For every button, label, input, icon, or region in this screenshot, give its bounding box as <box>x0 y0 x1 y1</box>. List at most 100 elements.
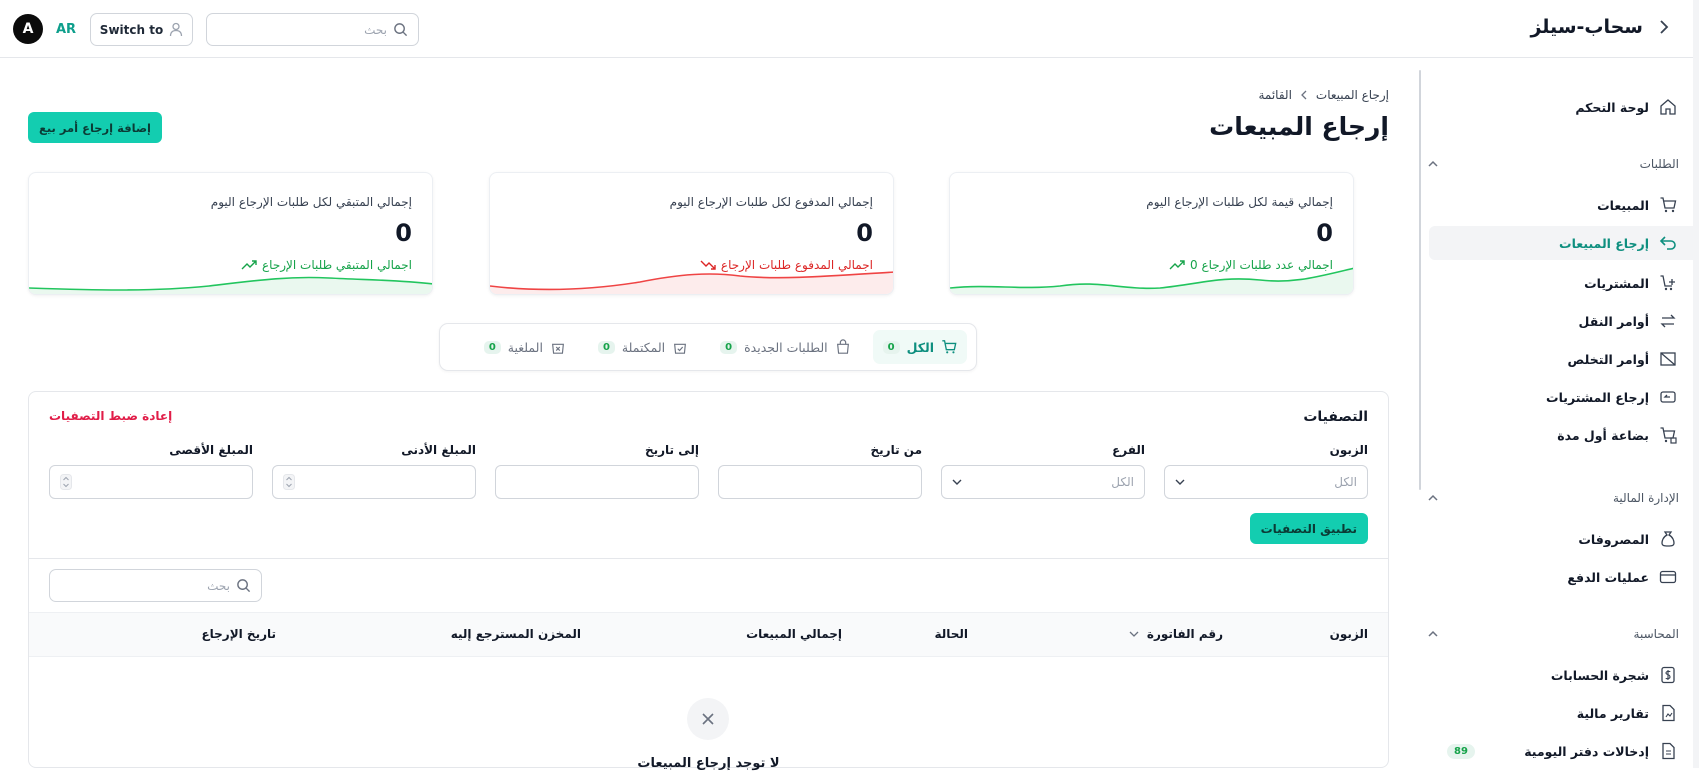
reset-filters-link[interactable]: إعادة ضبط التصفيات <box>49 409 172 423</box>
report-doc-icon <box>1659 704 1677 722</box>
top-search-placeholder: بحث <box>364 22 387 37</box>
tab-all[interactable]: الكل 0 <box>872 330 967 364</box>
journal-count-badge: 89 <box>1447 743 1475 759</box>
filter-label-customer: الزبون <box>1329 443 1368 457</box>
sidebar-section-finance[interactable]: الإدارة المالية <box>1427 486 1679 510</box>
sidebar-item-label: المصروفات <box>1578 531 1649 547</box>
bag-cancel-icon <box>550 339 566 355</box>
card-value: 0 <box>395 219 412 247</box>
sidebar-item-financial-reports[interactable]: تقارير مالية <box>1429 696 1679 730</box>
stat-card-total-paid: إجمالي المدفوع لكل طلبات الإرجاع اليوم 0… <box>489 172 894 295</box>
tab-count: 0 <box>483 340 501 354</box>
tab-count: 0 <box>597 340 615 354</box>
empty-state-text: لا توجد إرجاع المبيعات <box>637 756 780 771</box>
sidebar-item-purchases[interactable]: المشتريات <box>1429 266 1679 300</box>
section-label: الإدارة المالية <box>1612 491 1679 505</box>
cart-icon <box>941 339 957 355</box>
status-tabs: الكل 0 الطلبات الجديدة 0 المكتملة 0 المل… <box>439 323 977 371</box>
search-icon <box>236 578 251 593</box>
min-amount-input[interactable] <box>272 465 476 499</box>
to-date-input[interactable] <box>495 465 699 499</box>
column-return-warehouse[interactable]: المخزن المسترجع إليه <box>451 627 581 641</box>
max-amount-input[interactable] <box>49 465 253 499</box>
disposal-icon <box>1659 350 1677 368</box>
filter-label-from-date: من تاريخ <box>870 443 922 457</box>
sidebar-section-orders[interactable]: الطلبات <box>1427 152 1679 176</box>
truck-return-icon <box>1659 388 1677 406</box>
sidebar-item-opening-stock[interactable]: بضاعة أول مدة <box>1429 418 1679 452</box>
breadcrumb-item[interactable]: إرجاع المبيعات <box>1316 88 1389 102</box>
from-date-input[interactable] <box>718 465 922 499</box>
transfer-icon <box>1659 312 1677 330</box>
card-sparkline <box>29 276 432 294</box>
sidebar-item-chart-of-accounts[interactable]: شجرة الحسابات <box>1429 658 1679 692</box>
card-sparkline <box>950 267 1353 294</box>
stat-card-total-remaining: إجمالي المتبقي لكل طلبات الإرجاع اليوم 0… <box>28 172 433 295</box>
card-sparkline <box>490 271 893 294</box>
return-arrow-icon <box>1659 234 1677 252</box>
chevron-up-icon <box>1427 160 1439 168</box>
column-total-sales[interactable]: إجمالي المبيعات <box>746 627 842 641</box>
section-label: المحاسبة <box>1633 627 1679 641</box>
sidebar-item-label: إرجاع المبيعات <box>1559 235 1649 251</box>
table-header: الزبون رقم الفاتورة الحالة إجمالي المبيع… <box>29 612 1388 657</box>
home-icon <box>1659 98 1677 116</box>
money-bag-icon <box>1659 530 1677 548</box>
column-status[interactable]: الحالة <box>934 627 968 641</box>
add-sales-return-button[interactable]: إضافة إرجاع أمر بيع <box>28 112 162 143</box>
sidebar-item-sales-returns[interactable]: إرجاع المبيعات <box>1429 226 1699 260</box>
sidebar-item-journal-entries[interactable]: إدخالات دفتر اليومية 89 <box>1429 734 1679 768</box>
breadcrumb-item: القائمة <box>1258 88 1292 102</box>
sidebar-item-label: أوامر النقل <box>1578 313 1649 329</box>
tab-label: الكل <box>906 339 934 355</box>
switch-to-button[interactable]: Switch to <box>90 13 193 46</box>
card-value: 0 <box>856 219 873 247</box>
sidebar-divider <box>1419 70 1421 490</box>
sidebar-item-transfer-orders[interactable]: أوامر النقل <box>1429 304 1679 338</box>
sidebar-item-label: إرجاع المشتريات <box>1546 389 1649 405</box>
chevron-up-icon <box>1427 494 1439 502</box>
customer-select[interactable]: الكل <box>1164 465 1368 499</box>
filter-label-min-amount: المبلغ الأدنى <box>401 443 476 457</box>
sidebar-item-label: أوامر التخلص <box>1567 351 1649 367</box>
branch-select[interactable]: الكل <box>941 465 1145 499</box>
card-title: إجمالي قيمة لكل طلبات الإرجاع اليوم <box>1146 195 1333 209</box>
sidebar-item-dashboard[interactable]: لوحة التحكم <box>1429 90 1679 124</box>
collapse-chevron-icon[interactable] <box>1657 19 1669 35</box>
filter-label-max-amount: المبلغ الأقصى <box>169 443 253 457</box>
table-search-input[interactable]: بحث <box>49 569 262 602</box>
sidebar-item-disposal-orders[interactable]: أوامر التخلص <box>1429 342 1679 376</box>
column-label: رقم الفاتورة <box>1146 627 1223 641</box>
filters-title: التصفيات <box>1303 409 1368 425</box>
avatar[interactable]: A <box>13 14 43 44</box>
sort-chevron-icon <box>1129 631 1139 638</box>
top-search-input[interactable]: بحث <box>206 13 419 46</box>
sidebar-item-payments[interactable]: عمليات الدفع <box>1429 560 1679 594</box>
language-toggle[interactable]: AR <box>56 22 76 37</box>
sidebar-item-label: لوحة التحكم <box>1575 99 1649 115</box>
stepper-icon[interactable] <box>283 474 295 490</box>
chevron-left-icon <box>1300 90 1308 100</box>
chevron-up-icon <box>1427 630 1439 638</box>
brand-name: سحاب-سيلز <box>1530 16 1643 38</box>
cart-plus-icon <box>1659 274 1677 292</box>
filter-label-to-date: إلى تاريخ <box>644 443 699 457</box>
column-customer[interactable]: الزبون <box>1330 627 1368 641</box>
stepper-icon[interactable] <box>60 474 72 490</box>
sidebar-item-expenses[interactable]: المصروفات <box>1429 522 1679 556</box>
sidebar-item-purchase-returns[interactable]: إرجاع المشتريات <box>1429 380 1679 414</box>
sidebar-item-sales[interactable]: المبيعات <box>1429 188 1679 222</box>
sidebar-section-accounting[interactable]: المحاسبة <box>1427 622 1679 646</box>
tab-count: 0 <box>720 340 738 354</box>
tab-completed[interactable]: المكتملة 0 <box>588 330 698 364</box>
top-bar: سحاب-سيلز بحث Switch to AR A <box>0 0 1699 58</box>
tab-cancelled[interactable]: الملغية 0 <box>474 330 576 364</box>
table-search-placeholder: بحث <box>207 578 230 593</box>
apply-filters-button[interactable]: تطبيق التصفيات <box>1249 513 1368 544</box>
column-return-date[interactable]: تاريخ الإرجاع <box>201 627 276 641</box>
page-scrollbar[interactable] <box>1693 0 1699 768</box>
document-icon <box>1659 742 1677 760</box>
customer-select-value: الكل <box>1334 475 1357 489</box>
column-invoice-number[interactable]: رقم الفاتورة <box>1129 627 1223 641</box>
tab-new-requests[interactable]: الطلبات الجديدة 0 <box>710 330 860 364</box>
